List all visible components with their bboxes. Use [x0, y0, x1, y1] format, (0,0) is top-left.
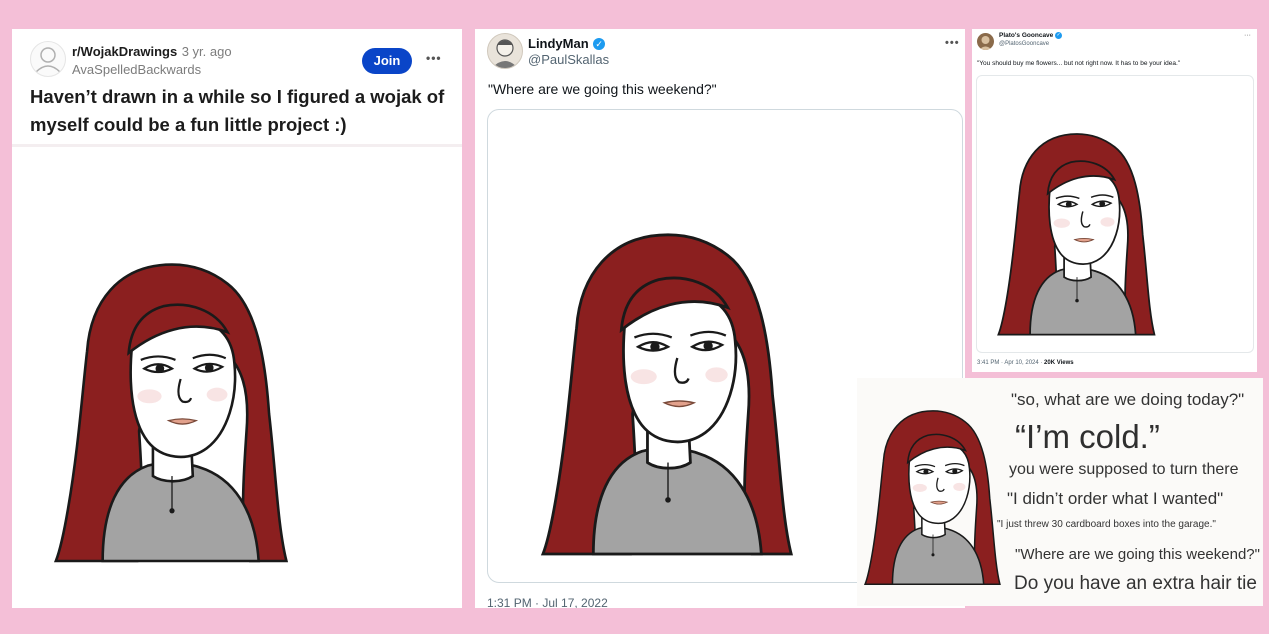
post-title: Haven’t drawn in a while so I figured a … [30, 86, 445, 135]
user-handle[interactable]: @PlatosGooncave [999, 41, 1049, 47]
display-name[interactable]: LindyMan [528, 36, 589, 51]
profile-portrait-icon [492, 39, 518, 68]
more-options-icon[interactable]: ••• [945, 37, 960, 49]
subreddit-avatar-icon [35, 47, 61, 73]
divider [12, 144, 462, 147]
tweet-text: "Where are we going this weekend?" [488, 81, 717, 97]
media-frame[interactable] [976, 75, 1254, 353]
tweet-text: "You should buy me flowers... but not ri… [977, 60, 1181, 67]
avatar[interactable] [30, 41, 66, 77]
view-count: 20K Views [1044, 360, 1074, 366]
join-button[interactable]: Join [362, 48, 412, 74]
collage-line: “I’m cold.” [1015, 418, 1160, 455]
more-options-icon[interactable]: ··· [1244, 32, 1251, 39]
display-name[interactable]: Plato's Gooncave [999, 32, 1053, 39]
subreddit-name[interactable]: r/WojakDrawings [72, 44, 177, 59]
avatar[interactable] [977, 33, 994, 50]
profile-bust-icon [979, 36, 992, 50]
verified-badge-icon: ✓ [1055, 32, 1063, 39]
collage-line: "Where are we going this weekend?" [1015, 546, 1260, 563]
collage-line: "I just threw 30 cardboard boxes into th… [997, 519, 1216, 530]
timestamp[interactable]: 1:31 PM · Jul 17, 2022 [487, 596, 608, 608]
quotes-collage: "so, what are we doing today?" “I’m cold… [857, 378, 1263, 606]
user-handle[interactable]: @PaulSkallas [528, 52, 609, 67]
wojak-girl-drawing [42, 219, 302, 591]
wojak-girl-drawing [528, 190, 808, 582]
timestamp[interactable]: 3:41 PM · Apr 10, 2024 · [977, 360, 1044, 366]
verified-badge-icon: ✓ [593, 37, 606, 50]
avatar[interactable] [487, 33, 523, 69]
reddit-post: r/WojakDrawings 3 yr. ago AvaSpelledBack… [12, 29, 462, 608]
collage-line: "I didn’t order what I wanted" [1007, 489, 1224, 508]
collage-line: you were supposed to turn there [1009, 461, 1239, 478]
wojak-girl-drawing [989, 106, 1165, 352]
post-age: 3 yr. ago [181, 44, 232, 59]
post-author[interactable]: AvaSpelledBackwards [72, 62, 201, 77]
collage-line: "so, what are we doing today?" [1011, 390, 1245, 409]
wojak-girl-drawing [857, 380, 1009, 606]
more-options-icon[interactable]: ••• [426, 51, 442, 65]
tweet-platos-gooncave: Plato's Gooncave ✓ @PlatosGooncave ··· "… [972, 29, 1257, 372]
collage-line: Do you have an extra hair tie [1014, 573, 1257, 594]
